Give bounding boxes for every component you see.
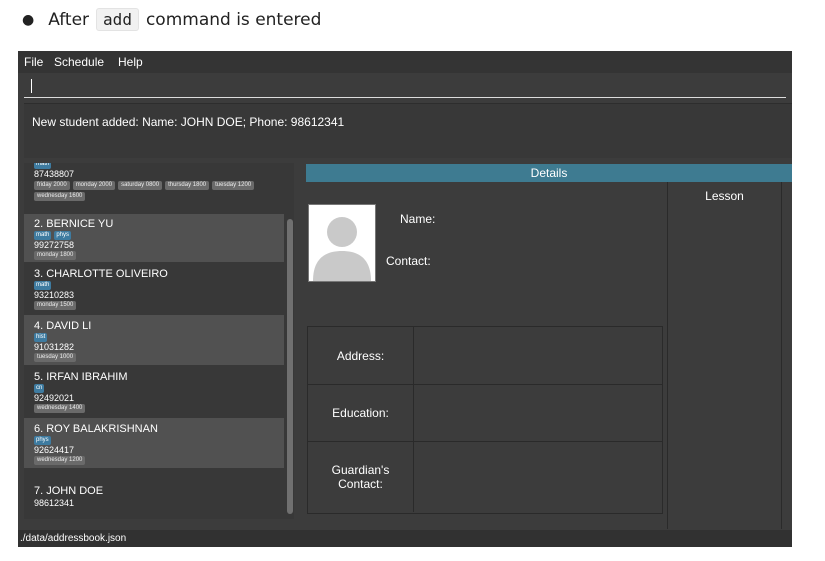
list-item[interactable]: 7. JOHN DOE 98612341 [24,470,284,516]
phone: 92492021 [34,393,75,403]
command-input[interactable] [24,75,786,98]
list-item[interactable]: 4. DAVID LI hist 91031282 tuesday 1000 [24,315,284,365]
caption-code: add [96,8,139,31]
tag: math [34,281,52,290]
person-icon [309,205,375,281]
list-item[interactable]: 6. ROY BALAKRISHNAN phys 92624417 wednes… [24,418,284,468]
schedule-chip: monday 2000 [72,181,116,190]
menu-file[interactable]: File [24,55,43,69]
schedule-chip: monday 1500 [34,301,77,310]
schedule-chip: wednesday 1600 [34,192,86,201]
list-item[interactable]: 5. IRFAN IBRAHIM cn 92492021 wednesday 1… [24,367,284,416]
details-panel: Details Name: Contact: Address: Educatio… [306,164,792,529]
schedule-row: friday 2000 monday 2000 saturday 0800 th… [34,181,255,190]
contact-label: Contact: [386,254,431,268]
student-name: 6. ROY BALAKRISHNAN [34,423,158,435]
text-cursor [31,79,32,93]
student-name: 7. JOHN DOE [34,485,104,497]
student-name: 4. DAVID LI [34,320,92,332]
schedule-chip: wednesday 1200 [34,456,86,465]
list-item[interactable]: 2. BERNICE YU math phys 99272758 monday … [24,214,284,262]
phone: 91031282 [34,342,75,352]
student-name: 5. IRFAN IBRAHIM [34,371,128,383]
tag: cn [34,384,45,393]
schedule-chip: monday 1800 [34,251,77,260]
app-window: File Schedule Help New student added: Na… [18,51,792,547]
info-table: Address: Education: Guardian's Contact: [307,326,663,514]
result-display: New student added: Name: JOHN DOE; Phone… [24,103,792,158]
schedule-chip: tuesday 1200 [212,181,255,190]
address-row: Address: [308,327,662,385]
phone: 99272758 [34,240,75,250]
name-label: Name: [400,212,436,226]
student-list[interactable]: math 87438807 friday 2000 monday 2000 sa… [24,163,294,519]
education-label: Education: [308,385,414,441]
lesson-column: Lesson [667,182,782,529]
lesson-label: Lesson [705,189,744,203]
guardian-row: Guardian's Contact: [308,442,662,512]
schedule-row: monday 1800 [34,251,77,260]
file-path: ./data/addressbook.json [20,533,127,544]
menu-bar: File Schedule Help [18,51,792,73]
schedule-chip: friday 2000 [34,181,70,190]
schedule-row: wednesday 1200 [34,456,86,465]
caption: ● After add command is entered [22,8,321,31]
schedule-row: monday 1500 [34,301,77,310]
avatar [308,204,376,282]
student-name: 3. CHARLOTTE OLIVEIRO [34,268,168,280]
tag-row: math phys [34,231,72,240]
result-message: New student added: Name: JOHN DOE; Phone… [32,115,345,129]
address-label: Address: [308,327,414,384]
caption-after: command is entered [145,9,322,30]
schedule-chip: tuesday 1000 [34,353,77,362]
schedule-chip: saturday 0800 [118,181,163,190]
schedule-row: tuesday 1000 [34,353,77,362]
list-item[interactable]: 3. CHARLOTTE OLIVEIRO math 93210283 mond… [24,264,284,313]
student-name: 2. BERNICE YU [34,218,114,230]
education-row: Education: [308,385,662,442]
schedule-row: wednesday 1600 [34,192,86,201]
details-header: Details [306,164,792,182]
menu-schedule[interactable]: Schedule [54,55,104,69]
phone: 87438807 [34,169,75,179]
tag: phys [34,436,51,445]
list-scrollbar[interactable] [287,219,293,514]
guardian-contact-label: Guardian's Contact: [308,442,414,512]
bullet-icon: ● [22,11,35,28]
schedule-chip: thursday 1800 [165,181,210,190]
caption-before: After [48,9,90,30]
phone: 92624417 [34,445,75,455]
schedule-row: wednesday 1400 [34,404,86,413]
status-bar: ./data/addressbook.json [18,530,792,547]
tag: math [34,231,52,240]
schedule-chip: wednesday 1400 [34,404,86,413]
tag-row: hist [34,333,48,342]
menu-help[interactable]: Help [118,55,143,69]
list-item[interactable]: math 87438807 friday 2000 monday 2000 sa… [24,163,284,212]
tag-row: phys [34,436,51,445]
tag-row: cn [34,384,45,393]
tag: hist [34,333,48,342]
phone: 98612341 [34,498,75,508]
tag: phys [54,231,72,240]
tag-row: math [34,281,52,290]
phone: 93210283 [34,290,75,300]
